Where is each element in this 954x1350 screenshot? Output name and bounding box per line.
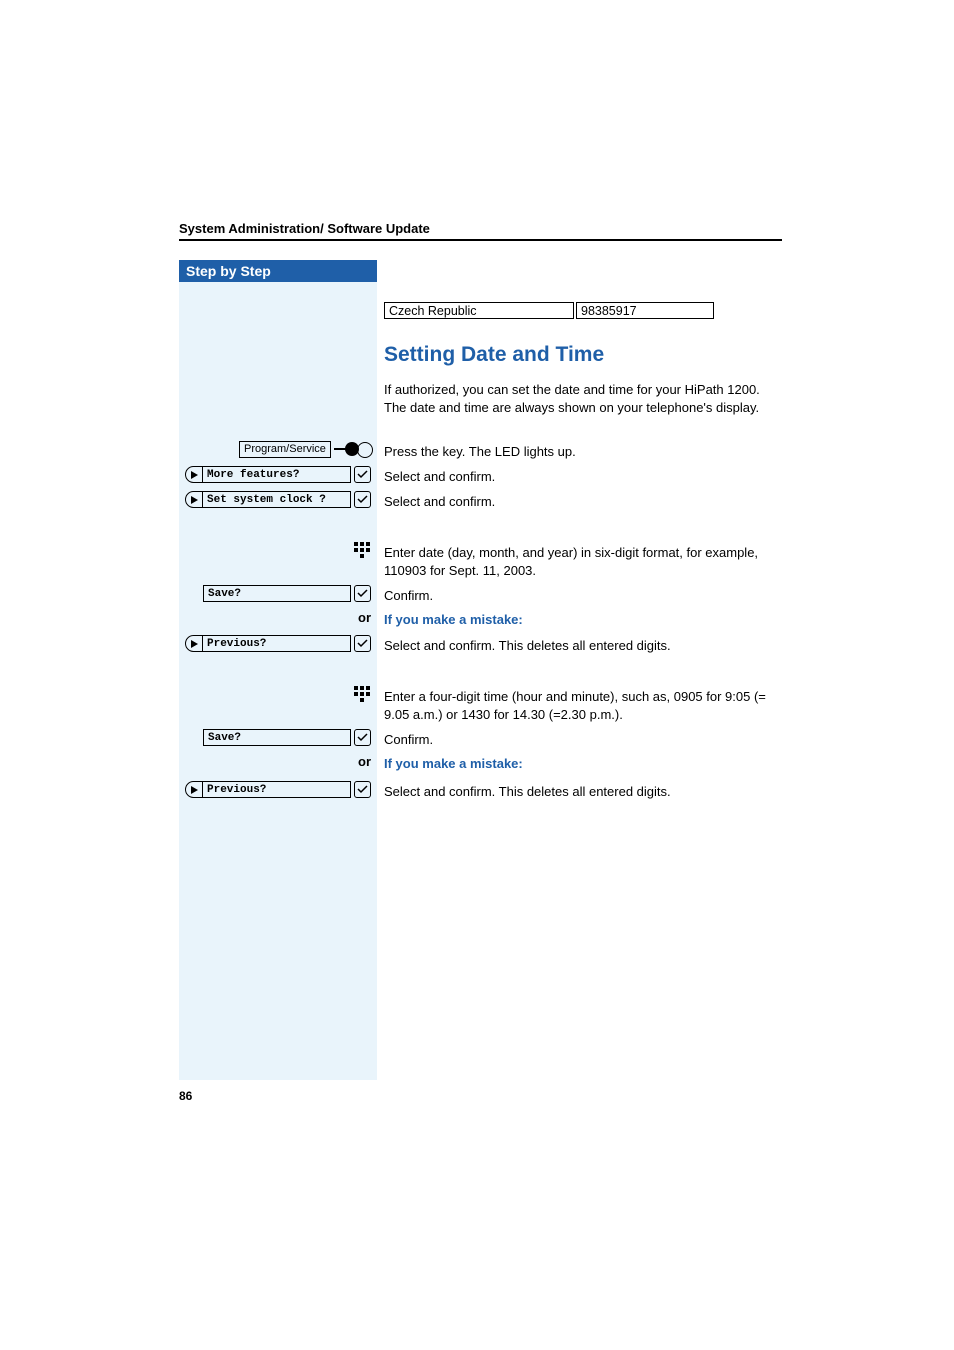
confirm-icon [354, 491, 371, 508]
menu-label: Previous? [203, 781, 351, 798]
mistake-heading: If you make a mistake: [384, 756, 523, 771]
step-header: Step by Step [179, 260, 377, 282]
step-column: Step by Step Program/Service More featur… [179, 260, 377, 1080]
display-right-value: 98385917 [576, 302, 714, 319]
nav-arrow-icon [185, 491, 203, 508]
more-features-menu: More features? [185, 466, 351, 483]
nav-arrow-icon [185, 635, 203, 652]
confirm-icon [354, 585, 371, 602]
press-key-text: Press the key. The LED lights up. [384, 443, 776, 461]
confirm-icon [354, 729, 371, 746]
header-rule [179, 239, 782, 241]
page-number: 86 [179, 1089, 192, 1103]
set-system-clock-menu: Set system clock ? [185, 491, 351, 508]
confirm-text: Confirm. [384, 587, 776, 605]
menu-label: Save? [203, 729, 351, 746]
intro-text: If authorized, you can set the date and … [384, 381, 776, 416]
led-indicator-off-icon [357, 442, 373, 458]
menu-label: Set system clock ? [203, 491, 351, 508]
nav-arrow-icon [185, 781, 203, 798]
nav-arrow-icon [185, 466, 203, 483]
previous-menu: Previous? [185, 781, 351, 798]
select-confirm-delete-text: Select and confirm. This deletes all ent… [384, 637, 776, 655]
display-left-value: Czech Republic [384, 302, 574, 319]
keypad-icon [354, 542, 371, 559]
mistake-heading: If you make a mistake: [384, 612, 523, 627]
menu-label: More features? [203, 466, 351, 483]
menu-label: Save? [203, 585, 351, 602]
program-service-label: Program/Service [239, 441, 331, 458]
save-menu: Save? [203, 585, 351, 602]
select-confirm-delete-text: Select and confirm. This deletes all ent… [384, 783, 776, 801]
menu-label: Previous? [203, 635, 351, 652]
chapter-title: System Administration/ Software Update [179, 221, 430, 236]
select-confirm-text: Select and confirm. [384, 493, 776, 511]
confirm-icon [354, 781, 371, 798]
confirm-icon [354, 635, 371, 652]
keypad-icon [354, 686, 371, 703]
confirm-icon [354, 466, 371, 483]
enter-date-text: Enter date (day, month, and year) in six… [384, 544, 776, 579]
or-label: or [179, 754, 371, 769]
confirm-text: Confirm. [384, 731, 776, 749]
section-heading: Setting Date and Time [384, 343, 604, 367]
or-label: or [179, 610, 371, 625]
save-menu: Save? [203, 729, 351, 746]
enter-time-text: Enter a four-digit time (hour and minute… [384, 688, 782, 723]
previous-menu: Previous? [185, 635, 351, 652]
select-confirm-text: Select and confirm. [384, 468, 776, 486]
